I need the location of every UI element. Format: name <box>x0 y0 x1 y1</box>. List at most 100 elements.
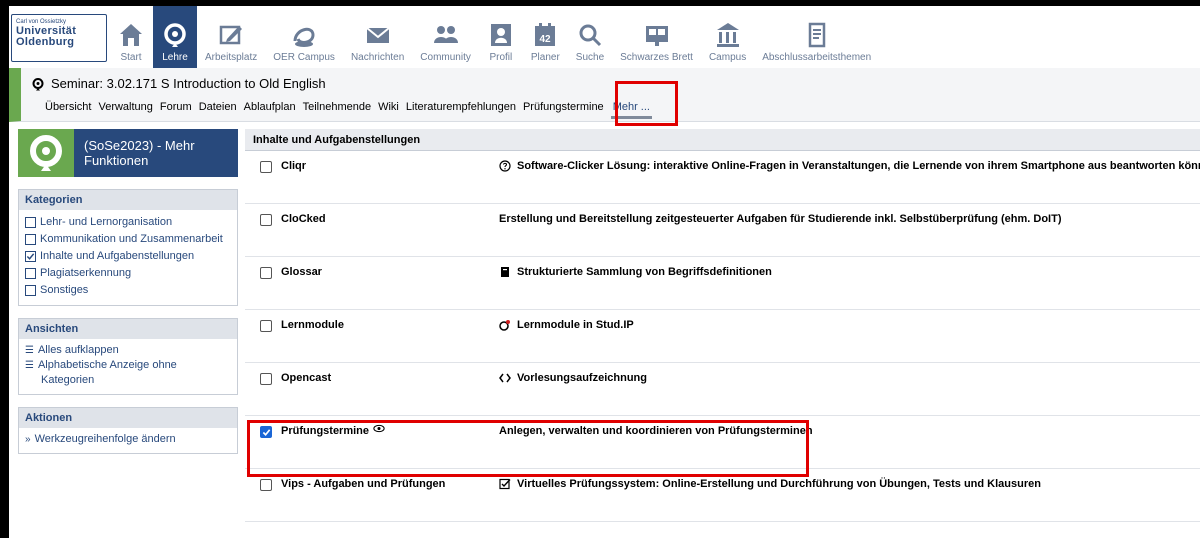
community-icon <box>433 26 458 43</box>
tool-description-text: Lernmodule in Stud.IP <box>517 319 634 331</box>
nav-lehre[interactable]: Lehre <box>153 6 197 68</box>
nav-nachrichten[interactable]: Nachrichten <box>343 6 412 68</box>
checkbox[interactable] <box>25 234 36 245</box>
nav-label: Abschlussarbeitsthemen <box>762 52 872 63</box>
nav-suche[interactable]: Suche <box>568 6 612 68</box>
category-item[interactable]: Lehr- und Lernorganisation <box>25 214 231 231</box>
view-label: Kategorien <box>41 374 95 386</box>
nav-community[interactable]: Community <box>412 6 479 68</box>
action-reorder-tools[interactable]: » Werkzeugreihenfolge ändern <box>25 432 231 447</box>
category-label: Sonstiges <box>40 284 89 296</box>
tool-checkbox[interactable] <box>260 320 272 332</box>
list-icon: ☰ <box>25 360 34 371</box>
tool-name: Cliqr <box>281 160 306 172</box>
logo-line-3: Oldenburg <box>16 36 75 48</box>
sidebar-title-line-1: (SoSe2023) - Mehr <box>84 138 195 153</box>
actions-widget: Aktionen » Werkzeugreihenfolge ändern <box>18 407 238 454</box>
tab-ablaufplan[interactable]: Ablaufplan <box>244 101 296 119</box>
tool-checkbox[interactable] <box>260 161 272 173</box>
view-label: Alphabetische Anzeige ohne <box>37 359 177 371</box>
tool-description: Vorlesungsaufzeichnung <box>499 372 647 384</box>
tool-name: Lernmodule <box>281 319 344 331</box>
course-tabs: Übersicht Verwaltung Forum Dateien Ablau… <box>45 101 652 119</box>
university-logo[interactable]: Carl von Ossietzky Universität Oldenburg <box>11 14 107 62</box>
category-item[interactable]: Plagiatserkennung <box>25 265 231 282</box>
course-title: Seminar: 3.02.171 S Introduction to Old … <box>31 76 326 91</box>
tool-name-text: Cliqr <box>281 160 307 172</box>
sidebar-header: (SoSe2023) - Mehr Funktionen <box>18 129 238 177</box>
context-bar: Seminar: 3.02.171 S Introduction to Old … <box>9 68 1200 122</box>
category-label: Plagiatserkennung <box>40 267 132 279</box>
nav-label: Community <box>420 52 471 63</box>
seminar-icon <box>30 135 62 171</box>
search-icon <box>579 24 602 47</box>
learning-module-icon <box>499 320 510 331</box>
tool-name: Vips - Aufgaben und Prüfungen <box>281 478 445 490</box>
nav-abschlussarbeitsthemen[interactable]: Abschlussarbeitsthemen <box>754 6 879 68</box>
seminar-icon <box>32 77 44 90</box>
category-item[interactable]: Sonstiges <box>25 282 231 299</box>
tool-checkbox[interactable] <box>260 267 272 279</box>
tool-name-text: Opencast <box>281 372 332 384</box>
tool-name-text: Glossar <box>281 266 322 278</box>
views-widget: Ansichten ☰ Alles aufklappen ☰ Alphabetisc… <box>18 318 238 395</box>
table-row: CloCked Erstellung und Bereitstellung ze… <box>245 204 1200 257</box>
tab-literaturempfehlungen[interactable]: Literaturempfehlungen <box>406 101 516 119</box>
checkbox[interactable] <box>25 285 36 296</box>
categories-title: Kategorien <box>19 190 237 210</box>
checkbox[interactable] <box>25 217 36 228</box>
tool-description: Software-Clicker Lösung: interaktive Onl… <box>499 160 1200 172</box>
thesis-icon <box>808 22 825 48</box>
tool-checkbox[interactable] <box>260 479 272 491</box>
category-item[interactable]: Kommunikation und Zusammenarbeit <box>25 231 231 248</box>
home-icon <box>120 24 142 46</box>
campus-icon <box>716 23 739 47</box>
view-label: Alles aufklappen <box>37 344 119 356</box>
nav-label: Nachrichten <box>350 52 405 63</box>
tab-uebersicht[interactable]: Übersicht <box>45 101 91 119</box>
tool-description: Strukturierte Sammlung von Begriffsdefin… <box>499 266 772 278</box>
main-nav: Start Lehre Arbeitsplatz OER Campus Nach… <box>109 6 879 68</box>
category-item[interactable]: Inhalte und Aufgabenstellungen <box>25 248 231 265</box>
tab-wiki[interactable]: Wiki <box>378 101 399 119</box>
seminar-logo <box>18 129 74 177</box>
tool-name-text: Lernmodule <box>281 319 344 331</box>
nav-label: OER Campus <box>273 52 335 63</box>
double-chevron-down-icon: » <box>25 434 31 445</box>
checkmark-icon <box>26 253 35 260</box>
tool-description: Erstellung und Bereitstellung zeitgesteu… <box>499 213 1061 225</box>
calendar-day: 42 <box>540 34 552 45</box>
nav-arbeitsplatz[interactable]: Arbeitsplatz <box>197 6 265 68</box>
view-alphabetical-cont[interactable]: Kategorien <box>25 373 231 388</box>
nav-oer-campus[interactable]: OER Campus <box>265 6 343 68</box>
tool-name: Glossar <box>281 266 322 278</box>
nav-profil[interactable]: Profil <box>479 6 523 68</box>
nav-label: Lehre <box>162 52 188 63</box>
checkbox-checked[interactable] <box>25 251 36 262</box>
nav-schwarzes-brett[interactable]: Schwarzes Brett <box>612 6 701 68</box>
tool-checkbox[interactable] <box>260 373 272 385</box>
tool-checkbox[interactable] <box>260 214 272 226</box>
nav-label: Arbeitsplatz <box>205 52 258 63</box>
table-row: Cliqr Software-Clicker Lösung: interakti… <box>245 151 1200 204</box>
view-expand-all[interactable]: ☰ Alles aufklappen <box>25 343 231 358</box>
nav-planer[interactable]: 42 Planer <box>523 6 568 68</box>
view-alphabetical[interactable]: ☰ Alphabetische Anzeige ohne <box>25 358 231 373</box>
tool-description-text: Vorlesungsaufzeichnung <box>517 372 647 384</box>
sidebar: (SoSe2023) - Mehr Funktionen Kategorien … <box>18 129 238 454</box>
book-icon <box>501 267 509 277</box>
tab-teilnehmende[interactable]: Teilnehmende <box>303 101 372 119</box>
tool-name: Opencast <box>281 372 331 384</box>
course-title-text: Seminar: 3.02.171 S Introduction to Old … <box>51 76 326 91</box>
nav-campus[interactable]: Campus <box>701 6 754 68</box>
tab-dateien[interactable]: Dateien <box>199 101 237 119</box>
checkbox[interactable] <box>25 268 36 279</box>
tab-verwaltung[interactable]: Verwaltung <box>98 101 152 119</box>
tab-pruefungstermine[interactable]: Prüfungstermine <box>523 101 604 119</box>
tab-forum[interactable]: Forum <box>160 101 192 119</box>
category-label: Kommunikation und Zusammenarbeit <box>40 233 223 245</box>
tool-name: CloCked <box>281 213 326 225</box>
nav-label: Campus <box>708 52 747 63</box>
sidebar-title-line-2: Funktionen <box>84 153 149 168</box>
nav-start[interactable]: Start <box>109 6 153 68</box>
